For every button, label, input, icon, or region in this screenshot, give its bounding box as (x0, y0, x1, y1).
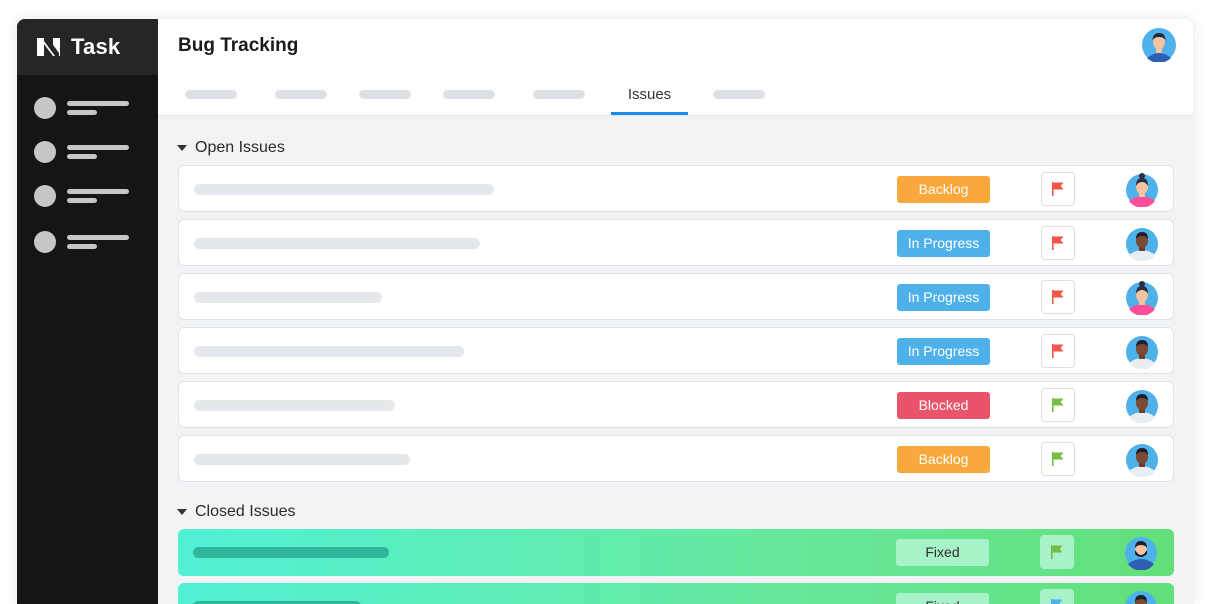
issue-title-placeholder (193, 547, 389, 558)
female-avatar-icon[interactable] (1125, 172, 1159, 207)
priority-flag-button[interactable] (1041, 172, 1075, 206)
sidebar-item-sublabel-placeholder (67, 154, 97, 159)
status-badge[interactable]: In Progress (897, 338, 990, 365)
open-issues-title: Open Issues (195, 139, 285, 156)
priority-flag-button[interactable] (1041, 226, 1075, 260)
male-avatar-icon[interactable] (1124, 589, 1158, 604)
issue-row[interactable]: In Progress (178, 273, 1174, 320)
status-badge[interactable]: Backlog (897, 446, 990, 473)
red-flag-icon (1052, 290, 1064, 304)
tab-placeholder[interactable] (713, 90, 765, 99)
red-flag-icon (1052, 182, 1064, 196)
male-avatar-icon[interactable] (1125, 226, 1159, 261)
sidebar-item-sublabel-placeholder (67, 198, 97, 203)
caret-down-icon (177, 509, 187, 515)
sidebar-item-icon (34, 185, 56, 207)
sidebar: Task (17, 19, 158, 604)
green-flag-icon (1052, 398, 1064, 412)
issue-row[interactable]: In Progress (178, 327, 1174, 374)
male-avatar-icon[interactable] (1125, 442, 1159, 477)
bearded-avatar-icon[interactable] (1124, 535, 1158, 570)
issue-title-placeholder (194, 238, 480, 249)
header: Bug Tracking (158, 19, 1193, 76)
issue-row-closed[interactable]: Fixed (178, 583, 1174, 604)
closed-issues-header[interactable]: Closed Issues (177, 503, 296, 521)
issue-title-placeholder (194, 292, 382, 303)
page-title: Bug Tracking (178, 35, 299, 56)
issue-title-placeholder (194, 346, 464, 357)
sidebar-item-label-placeholder (67, 101, 129, 106)
issue-row[interactable]: Blocked (178, 381, 1174, 428)
priority-flag-button[interactable] (1040, 535, 1074, 569)
user-avatar-icon[interactable] (1142, 28, 1176, 62)
issue-row-closed[interactable]: Fixed (178, 529, 1174, 576)
app-window: Task Bug Tracking Issues Open Issues Bac… (17, 19, 1193, 604)
issue-row[interactable]: Backlog (178, 435, 1174, 482)
sidebar-item-sublabel-placeholder (67, 244, 97, 249)
priority-flag-button[interactable] (1041, 334, 1075, 368)
tab-bar: Issues (158, 75, 1193, 116)
sidebar-item-icon (34, 141, 56, 163)
male-avatar-icon[interactable] (1125, 388, 1159, 423)
sidebar-item-label-placeholder (67, 189, 129, 194)
sidebar-item[interactable] (34, 95, 134, 121)
blue-flag-icon (1051, 599, 1063, 604)
sidebar-item-sublabel-placeholder (67, 110, 97, 115)
tab-placeholder[interactable] (185, 90, 237, 99)
male-avatar-icon[interactable] (1125, 334, 1159, 369)
issue-row[interactable]: In Progress (178, 219, 1174, 266)
open-issues-header[interactable]: Open Issues (177, 139, 285, 157)
red-flag-icon (1052, 236, 1064, 250)
tab-placeholder[interactable] (359, 90, 411, 99)
priority-flag-button[interactable] (1041, 388, 1075, 422)
sidebar-item-label-placeholder (67, 145, 129, 150)
issue-title-placeholder (194, 184, 494, 195)
tab-placeholder[interactable] (275, 90, 327, 99)
issue-title-placeholder (194, 400, 395, 411)
issue-row[interactable]: Backlog (178, 165, 1174, 212)
tab-placeholder[interactable] (443, 90, 495, 99)
status-badge[interactable]: In Progress (897, 230, 990, 257)
status-badge[interactable]: Fixed (896, 539, 989, 566)
status-badge[interactable]: Backlog (897, 176, 990, 203)
sidebar-item[interactable] (34, 229, 134, 255)
female-avatar-icon[interactable] (1125, 280, 1159, 315)
status-badge[interactable]: In Progress (897, 284, 990, 311)
sidebar-item-icon (34, 231, 56, 253)
issue-title-placeholder (194, 454, 410, 465)
sidebar-item[interactable] (34, 139, 134, 165)
brand-name: Task (71, 34, 121, 59)
sidebar-item[interactable] (34, 183, 134, 209)
caret-down-icon (177, 145, 187, 151)
priority-flag-button[interactable] (1041, 280, 1075, 314)
priority-flag-button[interactable] (1041, 442, 1075, 476)
priority-flag-button[interactable] (1040, 589, 1074, 604)
status-badge[interactable]: Fixed (896, 593, 989, 604)
green-flag-icon (1051, 545, 1063, 559)
brand-logo[interactable]: Task (17, 19, 158, 75)
red-flag-icon (1052, 344, 1064, 358)
tab-placeholder[interactable] (533, 90, 585, 99)
closed-issues-title: Closed Issues (195, 503, 296, 520)
sidebar-item-label-placeholder (67, 235, 129, 240)
ntask-logo-icon (37, 38, 60, 56)
tab-issues[interactable]: Issues (611, 75, 688, 115)
green-flag-icon (1052, 452, 1064, 466)
status-badge[interactable]: Blocked (897, 392, 990, 419)
sidebar-item-icon (34, 97, 56, 119)
